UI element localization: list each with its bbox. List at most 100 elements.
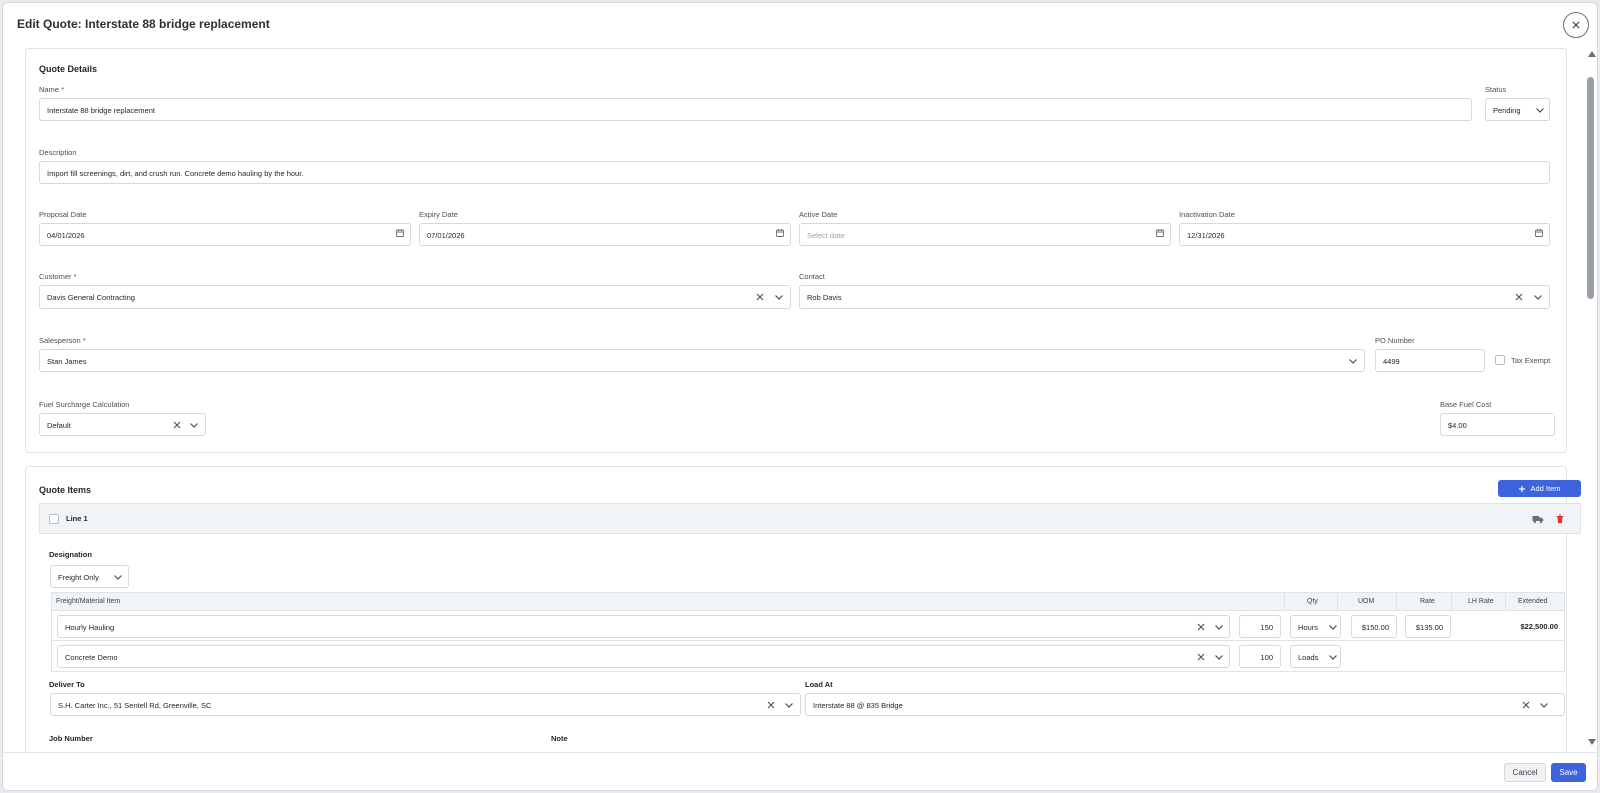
chevron-down-icon xyxy=(773,291,785,303)
active-date-input[interactable]: Select date xyxy=(799,223,1171,246)
clear-icon[interactable] xyxy=(755,292,765,302)
col-uom: UOM xyxy=(1358,598,1375,605)
inactivation-date-input[interactable]: 12/31/2026 xyxy=(1179,223,1550,246)
chevron-down-icon xyxy=(1213,651,1225,663)
scroll-up-icon[interactable] xyxy=(1588,51,1596,57)
po-number-value: 4499 xyxy=(1383,357,1400,366)
designation-label: Designation xyxy=(49,550,92,559)
clear-icon[interactable] xyxy=(1196,652,1206,662)
chevron-down-icon xyxy=(1347,355,1359,367)
designation-select[interactable]: Freight Only xyxy=(50,565,129,588)
expiry-date-input[interactable]: 07/01/2026 xyxy=(419,223,791,246)
load-at-value: Interstate 88 @ 835 Bridge xyxy=(813,701,903,710)
status-select[interactable]: Pending xyxy=(1485,98,1550,121)
qty-input[interactable]: 100 xyxy=(1239,645,1281,668)
clear-icon[interactable] xyxy=(766,700,776,710)
tax-exempt-label: Tax Exempt xyxy=(1511,356,1551,365)
col-rate: Rate xyxy=(1420,598,1435,605)
calendar-icon[interactable] xyxy=(395,228,405,238)
load-at-select[interactable]: Interstate 88 @ 835 Bridge xyxy=(805,693,1565,716)
quote-items-card: Quote Items Add Item Line 1 Designation … xyxy=(25,466,1581,752)
clear-icon[interactable] xyxy=(1514,292,1524,302)
table-row: Hourly Hauling 150 Hours $150.00 $135.00 xyxy=(51,611,1565,641)
lh-rate-input[interactable]: $135.00 xyxy=(1405,615,1451,638)
expiry-date-value: 07/01/2026 xyxy=(427,231,465,240)
modal-body[interactable]: Quote Details Name * Interstate 88 bridg… xyxy=(3,45,1581,752)
salesperson-label: Salesperson * xyxy=(39,336,86,345)
inactivation-date-label: Inactivation Date xyxy=(1179,210,1235,219)
proposal-date-label: Proposal Date xyxy=(39,210,87,219)
col-item: Freight/Material Item xyxy=(56,598,121,605)
fuel-surcharge-value: Default xyxy=(47,421,71,430)
rate-input[interactable]: $150.00 xyxy=(1351,615,1397,638)
salesperson-select[interactable]: Stan James xyxy=(39,349,1365,372)
item-select[interactable]: Concrete Demo xyxy=(57,645,1230,668)
uom-select[interactable]: Hours xyxy=(1290,615,1341,638)
scroll-thumb[interactable] xyxy=(1587,77,1594,299)
clear-icon[interactable] xyxy=(1196,622,1206,632)
save-button[interactable]: Save xyxy=(1551,763,1586,782)
line-header: Line 1 xyxy=(39,503,1581,534)
load-at-label: Load At xyxy=(805,680,833,689)
items-table-header: Freight/Material Item Qty UOM Rate LH Ra… xyxy=(51,592,1565,611)
chevron-down-icon xyxy=(188,419,200,431)
clear-icon[interactable] xyxy=(1521,700,1531,710)
cancel-button[interactable]: Cancel xyxy=(1504,763,1546,782)
po-number-input[interactable]: 4499 xyxy=(1375,349,1485,372)
item-value: Concrete Demo xyxy=(65,653,118,662)
calendar-icon[interactable] xyxy=(1534,228,1544,238)
active-date-placeholder: Select date xyxy=(807,231,845,240)
item-select[interactable]: Hourly Hauling xyxy=(57,615,1230,638)
salesperson-value: Stan James xyxy=(47,357,87,366)
plus-icon xyxy=(1519,485,1526,492)
contact-label: Contact xyxy=(799,272,825,281)
description-input[interactable]: Import fill screenings, dirt, and crush … xyxy=(39,161,1550,184)
clear-icon[interactable] xyxy=(172,420,182,430)
fuel-surcharge-select[interactable]: Default xyxy=(39,413,206,436)
uom-value: Hours xyxy=(1298,623,1319,632)
col-extended: Extended xyxy=(1518,598,1548,605)
calendar-icon[interactable] xyxy=(775,228,785,238)
note-label: Note xyxy=(551,734,568,743)
customer-select[interactable]: Davis General Contracting xyxy=(39,285,791,309)
chevron-down-icon xyxy=(783,699,795,711)
extended-value: $22,500.00 xyxy=(1520,622,1558,631)
quote-details-title: Quote Details xyxy=(39,64,98,74)
item-value: Hourly Hauling xyxy=(65,623,115,632)
scrollbar[interactable] xyxy=(1585,47,1597,752)
job-number-label: Job Number xyxy=(49,734,93,743)
inactivation-date-value: 12/31/2026 xyxy=(1187,231,1225,240)
customer-label: Customer * xyxy=(39,272,77,281)
description-value: Import fill screenings, dirt, and crush … xyxy=(47,169,304,178)
proposal-date-input[interactable]: 04/01/2026 xyxy=(39,223,411,246)
add-item-button[interactable]: Add Item xyxy=(1498,480,1581,497)
quote-items-title: Quote Items xyxy=(39,485,92,495)
line-select-checkbox[interactable] xyxy=(49,514,59,524)
trash-icon[interactable] xyxy=(1555,514,1565,524)
uom-select[interactable]: Loads xyxy=(1290,645,1341,668)
qty-value: 150 xyxy=(1260,623,1273,632)
deliver-to-select[interactable]: S.H. Carter Inc., 51 Sentell Rd, Greenvi… xyxy=(50,693,801,716)
truck-icon[interactable] xyxy=(1532,514,1544,524)
modal-header: Edit Quote: Interstate 88 bridge replace… xyxy=(3,3,1597,45)
scroll-down-icon[interactable] xyxy=(1588,739,1596,745)
name-input[interactable]: Interstate 88 bridge replacement xyxy=(39,98,1472,121)
modal-footer: Cancel Save xyxy=(3,752,1597,790)
col-qty: Qty xyxy=(1307,598,1318,605)
deliver-to-label: Deliver To xyxy=(49,680,85,689)
close-icon xyxy=(1572,21,1580,29)
name-value: Interstate 88 bridge replacement xyxy=(47,106,155,115)
name-label: Name * xyxy=(39,85,65,94)
contact-select[interactable]: Rob Davis xyxy=(799,285,1550,309)
base-fuel-cost-label: Base Fuel Cost xyxy=(1440,400,1492,409)
close-button[interactable] xyxy=(1563,12,1589,38)
designation-value: Freight Only xyxy=(58,573,99,582)
chevron-down-icon xyxy=(1213,621,1225,633)
add-item-label: Add Item xyxy=(1530,484,1561,493)
base-fuel-cost-input[interactable]: $4.00 xyxy=(1440,413,1555,436)
tax-exempt-checkbox[interactable] xyxy=(1495,355,1505,365)
active-date-label: Active Date xyxy=(799,210,838,219)
qty-input[interactable]: 150 xyxy=(1239,615,1281,638)
base-fuel-cost-value: $4.00 xyxy=(1448,421,1467,430)
calendar-icon[interactable] xyxy=(1155,228,1165,238)
